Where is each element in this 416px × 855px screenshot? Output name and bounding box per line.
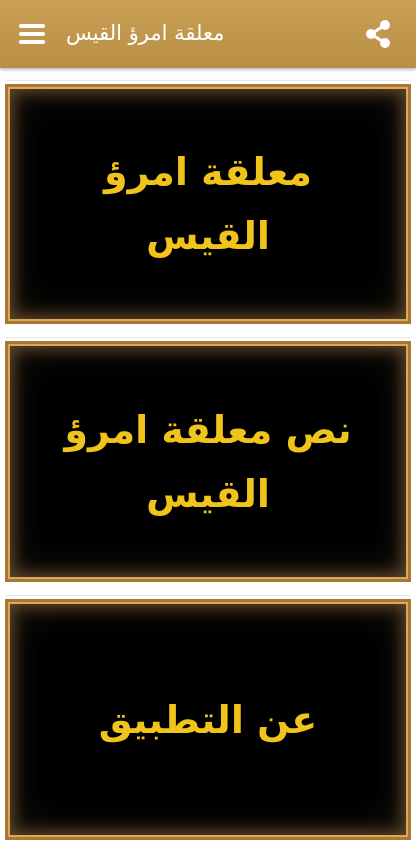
hamburger-menu-icon [19,24,45,44]
menu-card[interactable]: نص معلقة امرؤ القيس [5,341,411,582]
menu-card[interactable]: معلقة امرؤ القيس [5,84,411,324]
menu-item-muallaqa[interactable]: معلقة امرؤ القيس [5,80,411,327]
share-button[interactable] [358,14,398,54]
menu-card-label: عن التطبيق [98,697,318,742]
menu-card-label: معلقة امرؤ القيس [104,150,312,258]
menu-button[interactable] [12,14,52,54]
menu-card[interactable]: عن التطبيق [5,599,411,840]
menu-card-label: نص معلقة امرؤ القيس [64,407,352,516]
menu-item-about-app[interactable]: عن التطبيق [5,595,411,843]
app-bar: معلقة امرؤ القيس [0,0,416,68]
menu-item-poem-text[interactable]: نص معلقة امرؤ القيس [5,337,411,585]
page-title: معلقة امرؤ القيس [66,21,225,45]
share-icon [366,20,390,48]
